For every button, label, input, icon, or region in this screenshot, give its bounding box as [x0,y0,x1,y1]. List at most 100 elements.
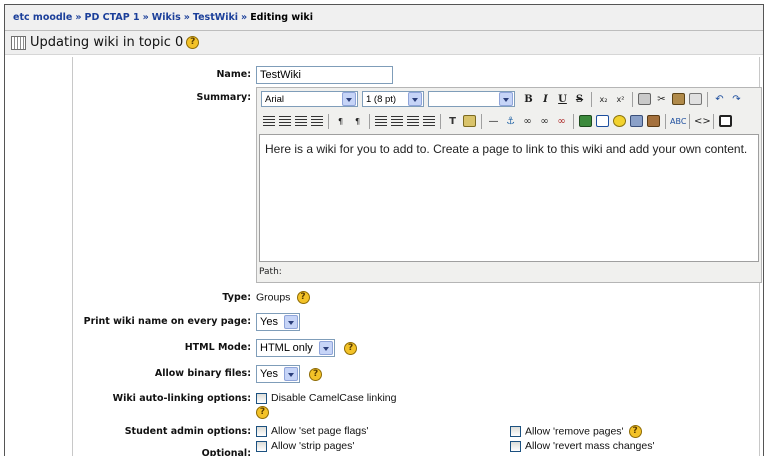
horizontal-rule-icon[interactable]: — [486,114,501,129]
wiki-module-icon [11,35,26,50]
breadcrumb-link-wikis[interactable]: Wikis [152,12,181,23]
remove-pages-option: Allow 'remove pages' ? [510,425,642,438]
toolbar-divider [591,91,592,107]
editor-toolbar-row-2: ¶ ¶ T — ⚓ ∞ ∞ ∞ ABC <> [257,110,761,132]
help-icon[interactable]: ? [296,291,310,304]
help-icon[interactable]: ? [344,341,358,355]
help-icon[interactable]: ? [186,36,200,49]
toolbar-divider [573,113,574,129]
paste-icon[interactable] [672,93,685,105]
redo-icon[interactable]: ↷ [729,92,744,107]
strip-pages-checkbox[interactable] [256,440,267,452]
set-page-flags-checkbox[interactable] [256,425,267,437]
strip-pages-option: Allow 'strip pages' [256,440,354,452]
superscript-button[interactable]: x² [613,92,628,107]
revert-mass-changes-label: Allow 'revert mass changes' [525,440,655,453]
link-icon[interactable]: ∞ [520,114,535,129]
nolink-icon[interactable]: ∞ [537,114,552,129]
toolbar-divider [369,113,370,129]
toolbar-divider [689,113,690,129]
breadcrumb-link-wiki[interactable]: TestWiki [193,12,238,23]
page-heading: Updating wiki in topic 0 ? [5,31,763,55]
help-icon[interactable]: ? [309,367,323,381]
italic-button[interactable]: I [538,92,553,107]
revert-mass-changes-checkbox[interactable] [510,440,521,452]
toolbar-divider [440,113,441,129]
print-name-label: Print wiki name on every page: [83,316,251,327]
html-mode-select[interactable]: HTML only [256,339,335,357]
image-icon[interactable] [579,115,592,127]
subscript-button[interactable]: x₂ [596,92,611,107]
smiley-icon[interactable] [613,115,626,127]
html-editor: Arial 1 (8 pt) B I U S x₂ x² ✂ ↶ ↷ ¶ ¶ T… [256,87,762,283]
chevron-down-icon [342,92,356,106]
strikethrough-button[interactable]: S [572,92,587,107]
special-char-icon[interactable] [630,115,643,127]
chevron-down-icon [408,92,422,106]
disable-camelcase-checkbox[interactable] [256,392,267,404]
autolinking-label: Wiki auto-linking options: [112,393,251,404]
type-value-group: Groups ? [256,291,310,304]
breadcrumb-current: Editing wiki [250,12,314,23]
underline-button[interactable]: U [555,92,570,107]
justify-icon[interactable] [311,116,323,126]
spellcheck-icon[interactable]: ABC [670,114,686,129]
font-family-select[interactable]: Arial [261,91,358,107]
print-name-select[interactable]: Yes [256,313,300,331]
help-icon[interactable]: ? [256,406,269,420]
numbered-list-icon[interactable] [375,116,387,126]
summary-editor-content[interactable]: Here is a wiki for you to add to. Create… [259,134,759,262]
chevron-down-icon [319,341,333,355]
rtl-icon[interactable]: ¶ [350,114,365,129]
print-name-value: Yes [260,316,278,328]
outdent-icon[interactable] [407,116,419,126]
html-source-icon[interactable]: <> [694,114,711,129]
anchor-icon[interactable]: ⚓ [503,114,518,129]
bullet-list-icon[interactable] [391,116,403,126]
font-family-value: Arial [265,93,285,105]
fullscreen-icon[interactable] [719,115,732,127]
chevron-down-icon [284,315,298,329]
page-frame: etc moodle » PD CTAP 1 » Wikis » TestWik… [4,4,764,456]
name-input[interactable] [256,66,393,84]
font-size-select[interactable]: 1 (8 pt) [362,91,424,107]
background-color-icon[interactable] [463,115,476,127]
toolbar-divider [481,113,482,129]
align-center-icon[interactable] [279,116,291,126]
toolbar-divider [713,113,714,129]
search-replace-icon[interactable] [647,115,660,127]
summary-label: Summary: [196,92,252,103]
chevron-down-icon [499,92,513,106]
table-icon[interactable] [596,115,609,127]
toolbar-divider [632,91,633,107]
align-left-icon[interactable] [263,116,275,126]
breadcrumb-link-course[interactable]: PD CTAP 1 [85,12,140,23]
html-mode-label: HTML Mode: [184,342,251,353]
help-icon[interactable]: ? [628,425,642,438]
disable-camelcase-label: Disable CamelCase linking [271,392,397,405]
breadcrumb-link-site[interactable]: etc moodle [13,12,72,23]
copy-icon[interactable] [638,93,651,105]
remove-pages-checkbox[interactable] [510,426,521,437]
name-label: Name: [216,69,251,80]
font-size-value: 1 (8 pt) [366,93,397,105]
paste-word-icon[interactable] [689,93,702,105]
text-color-icon[interactable]: T [445,114,460,129]
unlink-icon[interactable]: ∞ [554,114,569,129]
toolbar-divider [707,91,708,107]
strip-pages-label: Allow 'strip pages' [271,440,355,453]
editor-path-label: Path: [259,267,282,277]
binary-files-select[interactable]: Yes [256,365,300,383]
toolbar-divider [328,113,329,129]
indent-icon[interactable] [423,116,435,126]
ltr-icon[interactable]: ¶ [333,114,348,129]
cut-icon[interactable]: ✂ [654,92,669,107]
undo-icon[interactable]: ↶ [712,92,727,107]
bold-button[interactable]: B [521,92,536,107]
remove-pages-label: Allow 'remove pages' [525,425,624,438]
format-select[interactable] [428,91,515,107]
binary-files-value: Yes [260,368,278,380]
breadcrumb-separator: » [75,12,82,23]
chevron-down-icon [284,367,298,381]
align-right-icon[interactable] [295,116,307,126]
